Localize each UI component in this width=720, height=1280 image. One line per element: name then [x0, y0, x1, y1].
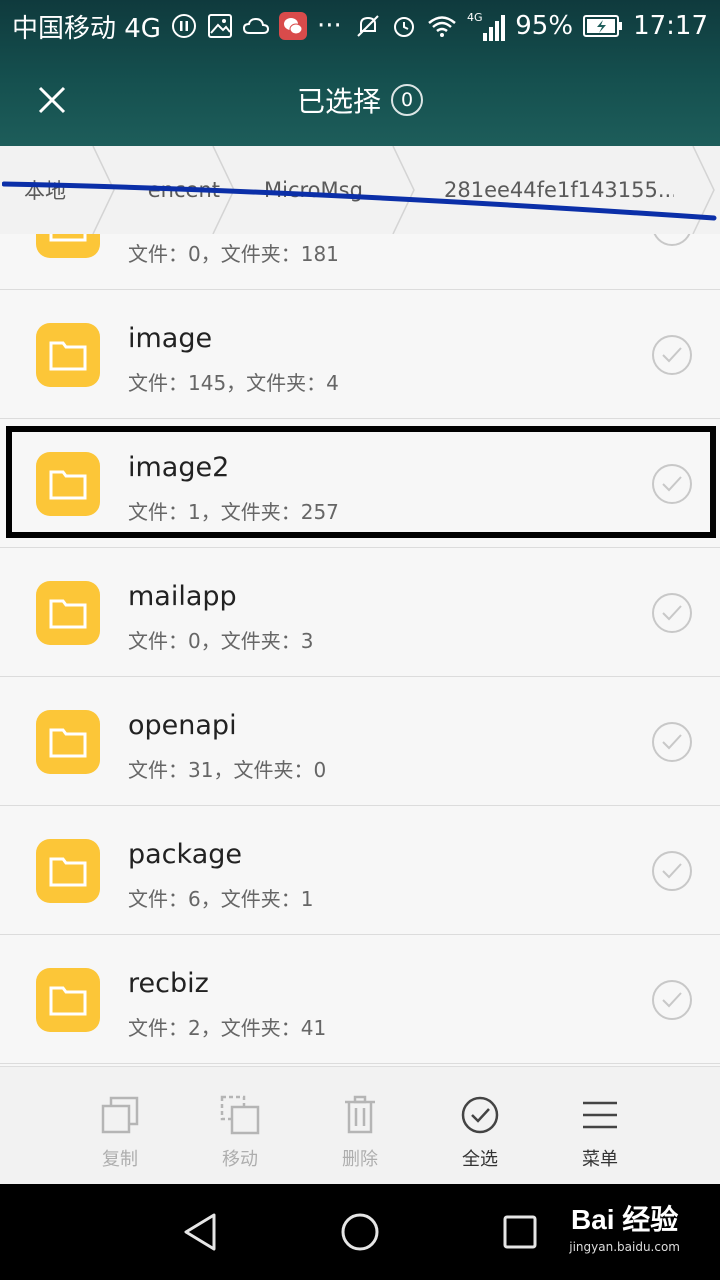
- list-item[interactable]: package 文件：6，文件夹：1: [0, 807, 720, 935]
- home-icon: [341, 1213, 379, 1251]
- copy-icon: [101, 1096, 139, 1134]
- signal-icon: 4G: [467, 9, 506, 43]
- folder-name: openapi: [128, 710, 237, 741]
- select-checkbox[interactable]: [652, 593, 692, 633]
- carrier-label: 中国移动 4G: [12, 13, 161, 44]
- select-checkbox[interactable]: [652, 234, 692, 246]
- check-icon: [662, 863, 682, 879]
- bottom-toolbar: 复制 移动 删除 全选 菜单: [0, 1066, 720, 1184]
- check-icon: [661, 234, 683, 235]
- silent-icon: [355, 13, 381, 39]
- select-checkbox[interactable]: [652, 335, 692, 375]
- wifi-icon: [427, 14, 457, 38]
- home-button[interactable]: [336, 1208, 384, 1256]
- select-all-button[interactable]: 全选: [420, 1067, 540, 1185]
- notification-icon: [171, 13, 197, 39]
- folder-icon: [36, 234, 100, 258]
- folder-name: image: [128, 323, 213, 354]
- folder-meta: 文件：1，文件夹：257: [128, 500, 339, 524]
- folder-icon: [36, 710, 100, 774]
- delete-label: 删除: [342, 1149, 378, 1170]
- select-checkbox[interactable]: [652, 980, 692, 1020]
- folder-name: package: [128, 839, 242, 870]
- top-bar: 中国移动 4G ··· 4G 95% 17:17 已选择 0: [0, 0, 720, 146]
- check-icon: [662, 605, 682, 621]
- folder-meta: 文件：145，文件夹：4: [128, 371, 339, 395]
- folder-icon: [36, 581, 100, 645]
- file-list[interactable]: 文件：0，文件夹：181 image 文件：145，文件夹：4 image2 文…: [0, 234, 720, 1066]
- folder-name: recbiz: [128, 968, 209, 999]
- folder-icon: [36, 323, 100, 387]
- battery-icon: [583, 15, 623, 37]
- status-bar: 中国移动 4G ··· 4G 95% 17:17: [0, 0, 720, 52]
- back-icon: [184, 1213, 216, 1251]
- trash-icon: [345, 1095, 375, 1134]
- app-bar: 已选择 0: [0, 52, 720, 146]
- select-all-label: 全选: [462, 1149, 498, 1170]
- check-icon: [662, 992, 682, 1008]
- battery-percent: 95%: [515, 11, 574, 41]
- watermark-logo: Bai 经验: [570, 1204, 679, 1235]
- page-title: 已选择: [296, 85, 381, 118]
- watermark-url: jingyan.baidu.com: [569, 1240, 680, 1254]
- list-item[interactable]: mailapp 文件：0，文件夹：3: [0, 549, 720, 677]
- delete-button[interactable]: 删除: [300, 1067, 420, 1185]
- check-icon: [662, 476, 682, 492]
- folder-icon: [36, 452, 100, 516]
- more-notifications: ···: [316, 11, 342, 41]
- move-label: 移动: [222, 1149, 258, 1170]
- alarm-icon: [391, 13, 417, 39]
- check-icon: [662, 347, 682, 363]
- list-item[interactable]: recbiz 文件：2，文件夹：41: [0, 936, 720, 1064]
- select-checkbox[interactable]: [652, 464, 692, 504]
- wechat-icon: [278, 12, 307, 40]
- selected-count-badge: 0: [391, 84, 423, 116]
- folder-icon: [36, 839, 100, 903]
- list-item[interactable]: openapi 文件：31，文件夹：0: [0, 678, 720, 806]
- move-icon: [220, 1095, 260, 1135]
- folder-meta: 文件：0，文件夹：3: [128, 629, 314, 653]
- menu-label: 菜单: [582, 1149, 618, 1170]
- folder-name: mailapp: [128, 581, 237, 612]
- cloud-icon: [242, 16, 269, 36]
- folder-name: image2: [128, 452, 230, 483]
- folder-meta: 文件：2，文件夹：41: [128, 1016, 327, 1040]
- list-item[interactable]: image2 文件：1，文件夹：257: [0, 420, 720, 548]
- folder-meta: 文件：6，文件夹：1: [128, 887, 314, 911]
- back-button[interactable]: [176, 1208, 224, 1256]
- move-button[interactable]: 移动: [180, 1067, 300, 1185]
- folder-meta: 文件：0，文件夹：181: [128, 242, 339, 266]
- baidu-watermark: Bai 经验 jingyan.baidu.com: [569, 1198, 680, 1254]
- menu-icon: [583, 1101, 617, 1129]
- menu-button[interactable]: 菜单: [540, 1067, 660, 1185]
- folder-meta: 文件：31，文件夹：0: [128, 758, 327, 782]
- annotation-underline: [2, 181, 717, 221]
- select-checkbox[interactable]: [652, 851, 692, 891]
- svg-text:4G: 4G: [467, 11, 483, 24]
- copy-label: 复制: [102, 1149, 138, 1170]
- gallery-icon: [207, 13, 233, 39]
- list-item[interactable]: 文件：0，文件夹：181: [0, 234, 720, 290]
- check-icon: [662, 734, 682, 750]
- recents-icon: [503, 1215, 537, 1249]
- select-checkbox[interactable]: [652, 722, 692, 762]
- navigation-bar: Bai 经验 jingyan.baidu.com: [0, 1184, 720, 1280]
- recents-button[interactable]: [496, 1208, 544, 1256]
- copy-button[interactable]: 复制: [60, 1067, 180, 1185]
- folder-icon: [36, 968, 100, 1032]
- check-circle-icon: [461, 1096, 499, 1134]
- title-group: 已选择 0: [0, 80, 720, 120]
- clock: 17:17: [633, 11, 708, 41]
- list-item[interactable]: image 文件：145，文件夹：4: [0, 291, 720, 419]
